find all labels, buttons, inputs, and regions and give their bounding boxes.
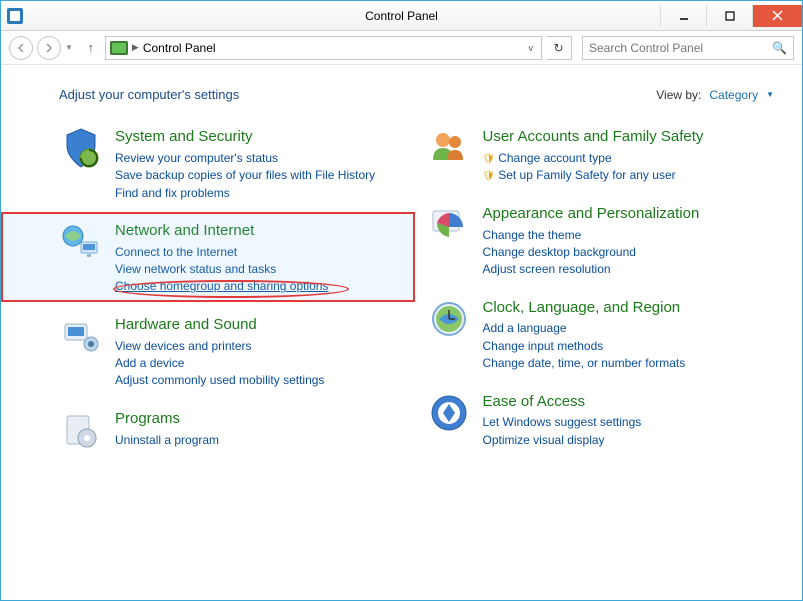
back-button[interactable] — [9, 36, 33, 60]
address-bar[interactable]: ▶ Control Panel v — [105, 36, 542, 60]
cat-network-internet: Network and Internet Connect to the Inte… — [59, 220, 407, 296]
link[interactable]: Connect to the Internet — [115, 244, 328, 261]
view-by: View by: Category ▼ — [656, 88, 774, 102]
ease-access-icon — [427, 391, 471, 435]
link[interactable]: Review your computer's status — [115, 150, 375, 167]
search-icon: 🔍 — [772, 41, 787, 55]
system-security-icon — [59, 126, 103, 170]
link[interactable]: Uninstall a program — [115, 432, 219, 449]
programs-icon — [59, 408, 103, 452]
chevron-right-icon: ▶ — [132, 42, 139, 53]
cat-hardware-sound: Hardware and Sound View devices and prin… — [59, 314, 407, 390]
page-title: Adjust your computer's settings — [59, 87, 239, 102]
content-area: Adjust your computer's settings View by:… — [1, 65, 802, 480]
link[interactable]: Adjust screen resolution — [483, 261, 700, 278]
cat-title[interactable]: Hardware and Sound — [115, 314, 324, 336]
minimize-button[interactable] — [660, 5, 706, 27]
link[interactable]: Change date, time, or number formats — [483, 355, 686, 372]
breadcrumb[interactable]: Control Panel — [143, 41, 216, 55]
link[interactable]: View devices and printers — [115, 338, 324, 355]
link[interactable]: View network status and tasks — [115, 261, 328, 278]
cat-user-accounts: User Accounts and Family Safety Change a… — [427, 126, 775, 185]
cat-title[interactable]: Network and Internet — [115, 220, 328, 242]
cat-title[interactable]: Clock, Language, and Region — [483, 297, 686, 319]
window-title: Control Panel — [365, 9, 438, 23]
window-buttons — [660, 5, 802, 27]
content-header: Adjust your computer's settings View by:… — [59, 87, 774, 102]
link[interactable]: Change account type — [483, 150, 704, 168]
cat-clock-language: Clock, Language, and Region Add a langua… — [427, 297, 775, 373]
link[interactable]: Add a language — [483, 320, 686, 337]
control-panel-icon — [110, 41, 128, 55]
up-button[interactable]: ↑ — [81, 38, 101, 58]
maximize-button[interactable] — [706, 5, 752, 27]
system-icon — [7, 8, 23, 24]
search-input[interactable] — [589, 41, 772, 55]
cat-title[interactable]: Programs — [115, 408, 219, 430]
network-internet-icon — [59, 220, 103, 264]
cat-title[interactable]: User Accounts and Family Safety — [483, 126, 704, 148]
right-column: User Accounts and Family Safety Change a… — [427, 126, 775, 470]
clock-icon — [427, 297, 471, 341]
link[interactable]: Adjust commonly used mobility settings — [115, 372, 324, 389]
hardware-sound-icon — [59, 314, 103, 358]
cat-programs: Programs Uninstall a program — [59, 408, 407, 452]
link[interactable]: Add a device — [115, 355, 324, 372]
link[interactable]: Change desktop background — [483, 244, 700, 261]
cat-title[interactable]: Appearance and Personalization — [483, 203, 700, 225]
cat-ease-access: Ease of Access Let Windows suggest setti… — [427, 391, 775, 450]
cat-appearance: Appearance and Personalization Change th… — [427, 203, 775, 279]
address-dropdown-icon[interactable]: v — [525, 43, 538, 53]
link[interactable]: Save backup copies of your files with Fi… — [115, 167, 375, 184]
titlebar: Control Panel — [1, 1, 802, 31]
left-column: System and Security Review your computer… — [59, 126, 407, 470]
appearance-icon — [427, 203, 471, 247]
forward-button[interactable] — [37, 36, 61, 60]
navbar: ▼ ↑ ▶ Control Panel v ↻ 🔍 — [1, 31, 802, 65]
cat-system-security: System and Security Review your computer… — [59, 126, 407, 202]
link[interactable]: Change input methods — [483, 338, 686, 355]
chevron-down-icon[interactable]: ▼ — [766, 90, 774, 99]
cat-title[interactable]: System and Security — [115, 126, 375, 148]
search-box[interactable]: 🔍 — [582, 36, 794, 60]
cat-title[interactable]: Ease of Access — [483, 391, 642, 413]
user-accounts-icon — [427, 126, 471, 170]
link[interactable]: Change the theme — [483, 227, 700, 244]
category-columns: System and Security Review your computer… — [59, 126, 774, 470]
view-by-label: View by: — [656, 88, 701, 102]
refresh-button[interactable]: ↻ — [546, 36, 572, 60]
view-by-value[interactable]: Category — [709, 88, 758, 102]
link[interactable]: Find and fix problems — [115, 185, 375, 202]
link[interactable]: Optimize visual display — [483, 432, 642, 449]
close-button[interactable] — [752, 5, 802, 27]
link[interactable]: Set up Family Safety for any user — [483, 167, 704, 185]
link-homegroup-sharing[interactable]: Choose homegroup and sharing options — [115, 278, 328, 295]
history-dropdown-icon[interactable]: ▼ — [65, 43, 73, 52]
link[interactable]: Let Windows suggest settings — [483, 414, 642, 431]
